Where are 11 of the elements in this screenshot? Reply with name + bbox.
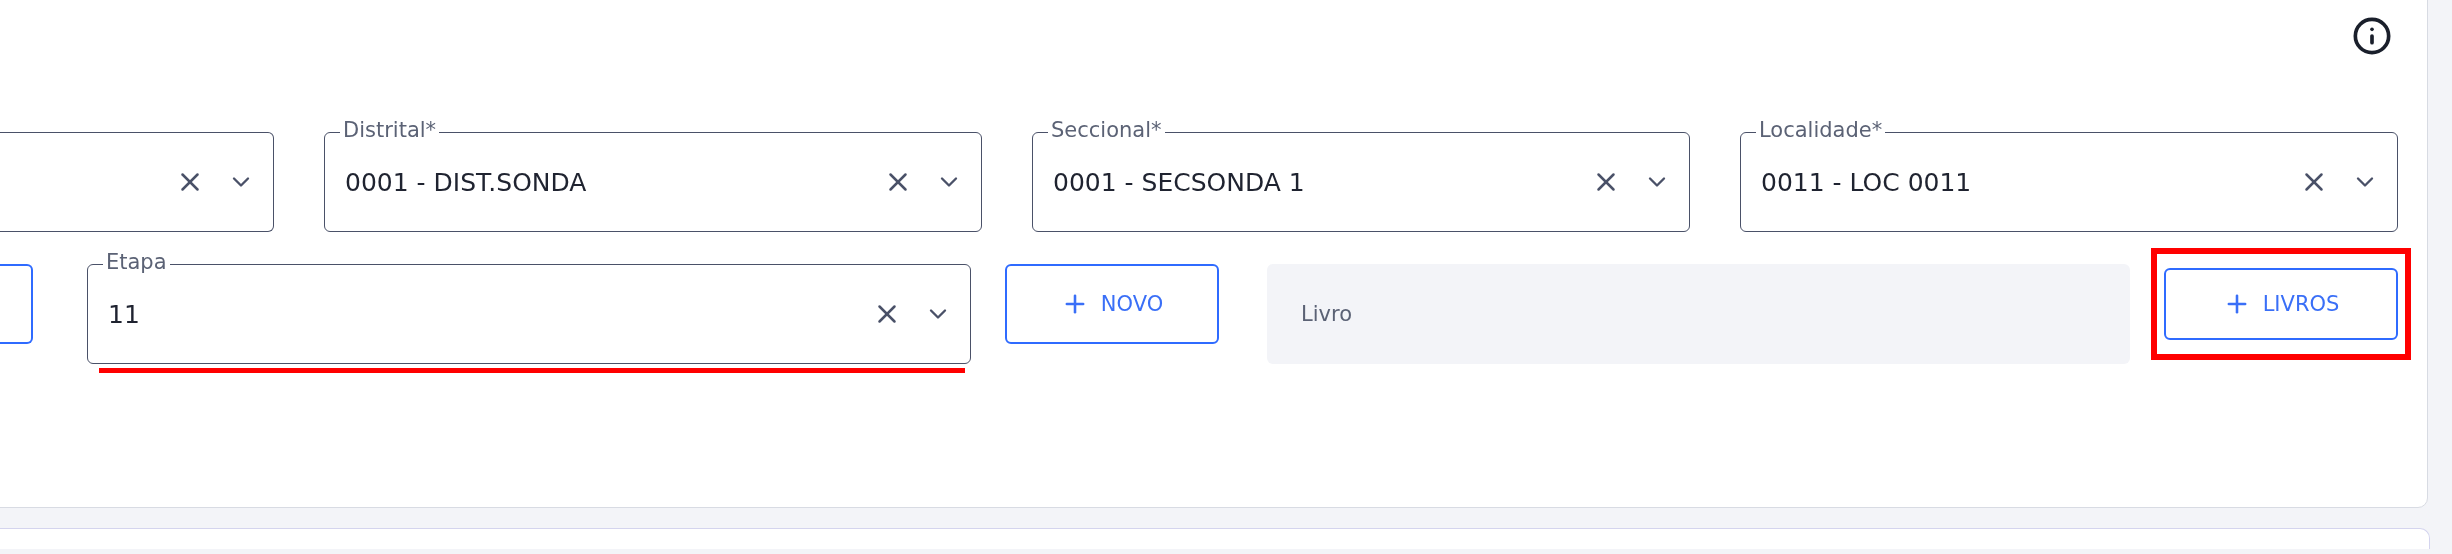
livros-button[interactable]: LIVROS [2164,268,2398,340]
info-icon[interactable] [2352,16,2392,56]
novo-button[interactable]: NOVO [1005,264,1219,344]
livro-input[interactable]: Livro [1267,264,2130,364]
select-field[interactable] [0,132,274,232]
field-value: 0011 - LOC 0011 [1761,167,1973,197]
field-value: 0001 - SECSONDA 1 [1053,167,1306,197]
field-value: 11 [108,299,141,329]
button[interactable] [0,264,33,344]
field-value: 0001 - DIST.SONDA [345,167,588,197]
field-label: Etapa [103,250,170,274]
